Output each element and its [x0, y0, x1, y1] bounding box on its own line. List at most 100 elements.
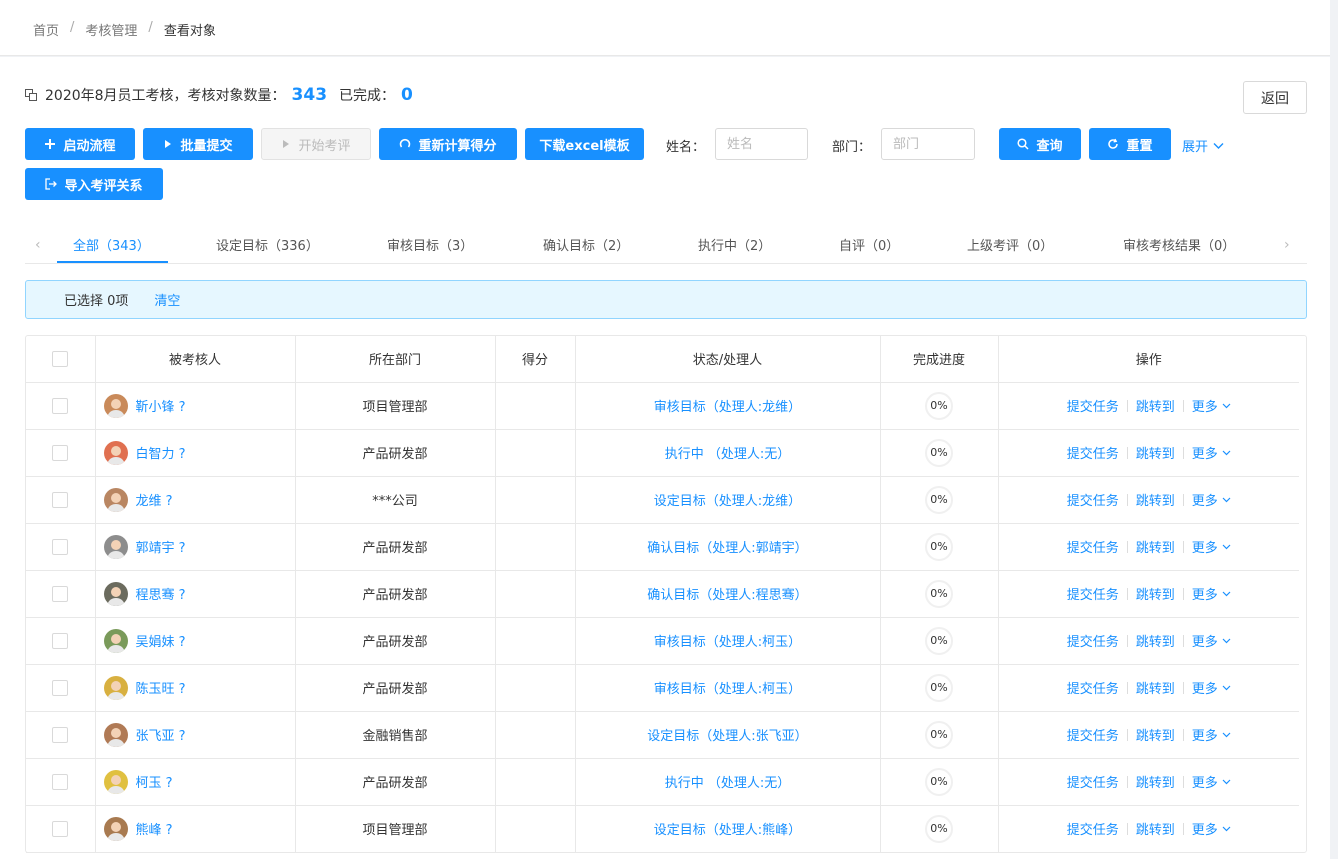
more-dropdown[interactable]: 更多	[1192, 678, 1231, 697]
person-name-link[interactable]: 熊峰 ?	[136, 819, 173, 838]
more-dropdown[interactable]: 更多	[1192, 631, 1231, 650]
breadcrumb-assessment[interactable]: 考核管理	[85, 20, 137, 39]
status-link[interactable]: 执行中 （处理人:无）	[665, 447, 791, 462]
row-checkbox[interactable]	[52, 820, 69, 837]
dept-cell: 产品研发部	[294, 758, 495, 806]
batch-submit-button[interactable]: 批量提交	[143, 128, 253, 160]
action-divider	[1126, 775, 1128, 788]
action-divider	[1126, 446, 1128, 459]
tab-review-target[interactable]: 审核目标（3）	[387, 235, 473, 254]
tab-confirm-target[interactable]: 确认目标（2）	[543, 235, 629, 254]
person-name-link[interactable]: 吴娟妹 ?	[136, 631, 186, 650]
row-checkbox[interactable]	[52, 538, 69, 555]
jump-to-link[interactable]: 跳转到	[1136, 584, 1175, 603]
person-name-link[interactable]: 张飞亚 ?	[136, 725, 186, 744]
submit-task-link[interactable]: 提交任务	[1067, 490, 1119, 509]
row-checkbox[interactable]	[52, 444, 69, 461]
import-relations-button[interactable]: 导入考评关系	[25, 168, 163, 200]
submit-task-link[interactable]: 提交任务	[1067, 443, 1119, 462]
person-name-link[interactable]: 靳小锋 ?	[136, 396, 186, 415]
status-link[interactable]: 审核目标（处理人:柯玉）	[654, 635, 801, 650]
tab-executing[interactable]: 执行中（2）	[698, 235, 771, 254]
download-template-button[interactable]: 下载excel模板	[525, 128, 644, 160]
recalculate-button[interactable]: 重新计算得分	[379, 128, 517, 160]
person-name-link[interactable]: 白智力 ?	[136, 443, 186, 462]
row-checkbox[interactable]	[52, 679, 69, 696]
more-dropdown[interactable]: 更多	[1192, 396, 1231, 415]
tabs-next-icon[interactable]: ›	[1284, 237, 1290, 253]
status-link[interactable]: 审核目标（处理人:龙维）	[654, 400, 801, 415]
person-name-link[interactable]: 柯玉 ?	[136, 772, 173, 791]
reset-label: 重置	[1126, 138, 1153, 154]
status-link[interactable]: 设定目标（处理人:熊峰）	[654, 823, 801, 838]
row-checkbox[interactable]	[52, 585, 69, 602]
submit-task-link[interactable]: 提交任务	[1067, 396, 1119, 415]
col-header-score: 得分	[494, 336, 575, 383]
jump-to-link[interactable]: 跳转到	[1136, 443, 1175, 462]
submit-task-link[interactable]: 提交任务	[1067, 537, 1119, 556]
status-link[interactable]: 设定目标（处理人:龙维）	[654, 494, 801, 509]
breadcrumb-home[interactable]: 首页	[33, 20, 59, 39]
more-label: 更多	[1191, 400, 1218, 415]
jump-to-link[interactable]: 跳转到	[1136, 490, 1175, 509]
row-checkbox[interactable]	[52, 773, 69, 790]
status-cell: 执行中 （处理人:无）	[574, 758, 880, 806]
jump-to-link[interactable]: 跳转到	[1136, 396, 1175, 415]
jump-to-link[interactable]: 跳转到	[1136, 819, 1175, 838]
status-link[interactable]: 确认目标（处理人:郭靖宇）	[647, 541, 807, 556]
more-dropdown[interactable]: 更多	[1192, 772, 1231, 791]
person-name-link[interactable]: 龙维 ?	[136, 490, 173, 509]
more-dropdown[interactable]: 更多	[1192, 819, 1231, 838]
status-link[interactable]: 执行中 （处理人:无）	[665, 776, 791, 791]
tab-review-result[interactable]: 审核考核结果（0）	[1123, 235, 1235, 254]
reset-button[interactable]: 重置	[1089, 128, 1171, 160]
name-input[interactable]	[715, 128, 808, 160]
col-header-status: 状态/处理人	[574, 336, 880, 383]
more-dropdown[interactable]: 更多	[1192, 584, 1231, 603]
back-button[interactable]: 返回	[1243, 81, 1307, 114]
row-checkbox[interactable]	[52, 632, 69, 649]
person-name-link[interactable]: 程思骞 ?	[136, 584, 186, 603]
more-label: 更多	[1191, 729, 1218, 744]
tab-all[interactable]: 全部（343）	[73, 235, 150, 254]
submit-task-link[interactable]: 提交任务	[1067, 631, 1119, 650]
row-checkbox[interactable]	[52, 491, 69, 508]
person-name-link[interactable]: 陈玉旺 ?	[136, 678, 186, 697]
expand-toggle[interactable]: 展开	[1182, 136, 1224, 155]
more-dropdown[interactable]: 更多	[1192, 537, 1231, 556]
status-link[interactable]: 确认目标（处理人:程思骞）	[647, 588, 807, 603]
jump-to-link[interactable]: 跳转到	[1136, 631, 1175, 650]
dept-input[interactable]	[881, 128, 975, 160]
select-all-checkbox[interactable]	[52, 350, 69, 367]
tab-set-target[interactable]: 设定目标（336）	[216, 235, 319, 254]
submit-task-link[interactable]: 提交任务	[1067, 819, 1119, 838]
more-dropdown[interactable]: 更多	[1192, 725, 1231, 744]
jump-to-link[interactable]: 跳转到	[1136, 725, 1175, 744]
status-link[interactable]: 审核目标（处理人:柯玉）	[654, 682, 801, 697]
submit-task-link[interactable]: 提交任务	[1067, 725, 1119, 744]
person-name-link[interactable]: 郭靖宇 ?	[136, 537, 186, 556]
row-checkbox[interactable]	[52, 397, 69, 414]
submit-task-link[interactable]: 提交任务	[1067, 772, 1119, 791]
submit-task-link[interactable]: 提交任务	[1067, 678, 1119, 697]
score-cell	[494, 570, 575, 618]
row-checkbox[interactable]	[52, 726, 69, 743]
query-button[interactable]: 查询	[999, 128, 1081, 160]
start-flow-button[interactable]: 启动流程	[25, 128, 135, 160]
start-review-button[interactable]: 开始考评	[261, 128, 371, 160]
more-dropdown[interactable]: 更多	[1192, 490, 1231, 509]
jump-to-link[interactable]: 跳转到	[1136, 678, 1175, 697]
row-select-cell	[26, 476, 95, 524]
clear-selection-link[interactable]: 清空	[154, 290, 180, 309]
submit-task-link[interactable]: 提交任务	[1067, 584, 1119, 603]
jump-to-link[interactable]: 跳转到	[1136, 772, 1175, 791]
status-link[interactable]: 设定目标（处理人:张飞亚）	[647, 729, 807, 744]
tabs-prev-icon[interactable]: ‹	[35, 237, 41, 253]
jump-to-link[interactable]: 跳转到	[1136, 537, 1175, 556]
tab-self-review[interactable]: 自评（0）	[839, 235, 899, 254]
selection-alert: 已选择 0项 清空	[25, 280, 1307, 319]
tab-superior-review[interactable]: 上级考评（0）	[967, 235, 1053, 254]
score-cell	[494, 617, 575, 665]
more-dropdown[interactable]: 更多	[1192, 443, 1231, 462]
action-divider	[1182, 587, 1184, 600]
